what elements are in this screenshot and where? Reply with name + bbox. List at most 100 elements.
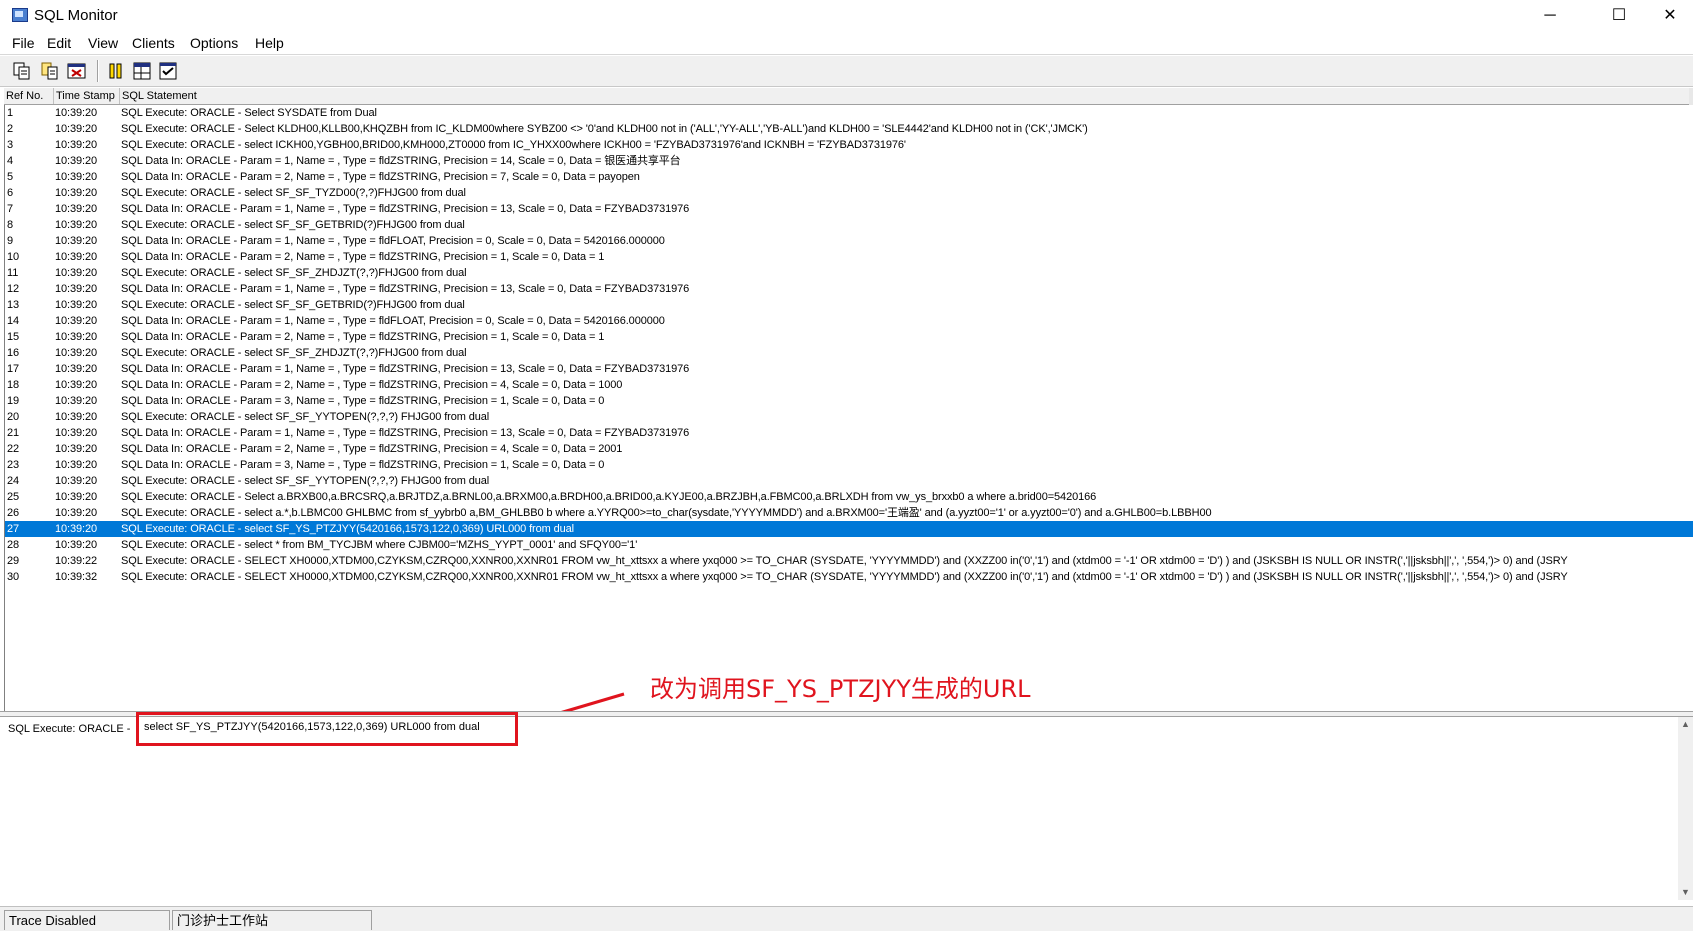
log-ref: 30: [7, 571, 20, 583]
window-title: SQL Monitor: [34, 7, 118, 24]
log-row[interactable]: 29 10:39:22 SQL Execute: ORACLE - SELECT X…: [5, 553, 1693, 569]
log-statement: SQL Data In: ORACLE - Param = 3, Name = …: [121, 395, 605, 407]
title-bar: SQL Monitor ─ ☐ ✕: [0, 0, 1693, 32]
column-sql-statement[interactable]: SQL Statement: [120, 88, 1693, 104]
log-row[interactable]: 3 10:39:20 SQL Execute: ORACLE - select IC…: [5, 137, 1693, 153]
log-statement: SQL Execute: ORACLE - select SF_SF_GETBR…: [121, 219, 465, 231]
log-row[interactable]: 8 10:39:20 SQL Execute: ORACLE - select SF…: [5, 217, 1693, 233]
log-time: 10:39:20: [55, 267, 98, 279]
log-statement: SQL Execute: ORACLE - Select KLDH00,KLLB…: [121, 123, 1088, 135]
log-row[interactable]: 14 10:39:20 SQL Data In: ORACLE - Param = …: [5, 313, 1693, 329]
log-ref: 15: [7, 331, 20, 343]
log-ref: 28: [7, 539, 20, 551]
split-view-icon[interactable]: [132, 61, 152, 81]
log-row[interactable]: 20 10:39:20 SQL Execute: ORACLE - select S…: [5, 409, 1693, 425]
log-statement: SQL Execute: ORACLE - Select a.BRXB00,a.…: [121, 491, 1097, 503]
log-statement: SQL Execute: ORACLE - select SF_SF_ZHDJZ…: [121, 267, 467, 279]
log-row[interactable]: 16 10:39:20 SQL Execute: ORACLE - select S…: [5, 345, 1693, 361]
log-statement: SQL Execute: ORACLE - SELECT XH0000,XTDM…: [121, 555, 1568, 567]
log-statement: SQL Data In: ORACLE - Param = 2, Name = …: [121, 251, 605, 263]
log-row[interactable]: 12 10:39:20 SQL Data In: ORACLE - Param = …: [5, 281, 1693, 297]
log-time: 10:39:20: [55, 107, 98, 119]
log-row[interactable]: 30 10:39:32 SQL Execute: ORACLE - SELECT X…: [5, 569, 1693, 585]
log-row[interactable]: 22 10:39:20 SQL Data In: ORACLE - Param = …: [5, 441, 1693, 457]
detail-scrollbar[interactable]: ▲ ▼: [1678, 717, 1693, 900]
log-ref: 16: [7, 347, 20, 359]
log-time: 10:39:20: [55, 251, 98, 263]
log-time: 10:39:20: [55, 283, 98, 295]
log-statement: SQL Data In: ORACLE - Param = 2, Name = …: [121, 443, 623, 455]
log-ref: 20: [7, 411, 20, 423]
log-time: 10:39:20: [55, 395, 98, 407]
pause-icon[interactable]: [106, 61, 126, 81]
log-ref: 11: [7, 267, 19, 279]
log-row[interactable]: 28 10:39:20 SQL Execute: ORACLE - select *…: [5, 537, 1693, 553]
log-ref: 13: [7, 299, 20, 311]
log-row[interactable]: 25 10:39:20 SQL Execute: ORACLE - Select a…: [5, 489, 1693, 505]
status-bar: Trace Disabled 门诊护士工作站: [0, 906, 1693, 931]
log-row[interactable]: 1 10:39:20 SQL Execute: ORACLE - Select SY…: [5, 105, 1693, 121]
log-ref: 29: [7, 555, 20, 567]
log-ref: 8: [7, 219, 14, 231]
log-time: 10:39:20: [55, 523, 98, 535]
detail-prefix: SQL Execute: ORACLE -: [8, 723, 131, 735]
log-statement: SQL Execute: ORACLE - select SF_YS_PTZJY…: [121, 523, 575, 535]
log-time: 10:39:32: [55, 571, 98, 583]
close-button[interactable]: ✕: [1647, 0, 1693, 32]
log-row[interactable]: 23 10:39:20 SQL Data In: ORACLE - Param = …: [5, 457, 1693, 473]
log-time: 10:39:20: [55, 363, 98, 375]
log-time: 10:39:20: [55, 411, 98, 423]
scroll-up-icon[interactable]: ▲: [1678, 717, 1693, 732]
menu-view[interactable]: View: [86, 34, 120, 52]
minimize-button[interactable]: ─: [1527, 0, 1573, 32]
log-statement: SQL Data In: ORACLE - Param = 1, Name = …: [121, 427, 690, 439]
log-time: 10:39:20: [55, 491, 98, 503]
log-ref: 7: [7, 203, 14, 215]
log-row[interactable]: 2 10:39:20 SQL Execute: ORACLE - Select KL…: [5, 121, 1693, 137]
log-time: 10:39:20: [55, 155, 98, 167]
scroll-down-icon[interactable]: ▼: [1678, 885, 1693, 900]
save-log-icon[interactable]: [12, 61, 32, 81]
options-icon[interactable]: [158, 61, 178, 81]
log-row[interactable]: 18 10:39:20 SQL Data In: ORACLE - Param = …: [5, 377, 1693, 393]
log-row[interactable]: 17 10:39:20 SQL Data In: ORACLE - Param = …: [5, 361, 1693, 377]
log-ref: 19: [7, 395, 20, 407]
log-statement: SQL Execute: ORACLE - Select SYSDATE fro…: [121, 107, 377, 119]
maximize-button[interactable]: ☐: [1596, 0, 1642, 32]
menu-edit[interactable]: Edit: [45, 34, 73, 52]
menu-options[interactable]: Options: [188, 34, 240, 52]
log-row[interactable]: 6 10:39:20 SQL Execute: ORACLE - select SF…: [5, 185, 1693, 201]
log-row[interactable]: 26 10:39:20 SQL Execute: ORACLE - select a…: [5, 505, 1693, 521]
log-row[interactable]: 4 10:39:20 SQL Data In: ORACLE - Param = 1…: [5, 153, 1693, 169]
sql-log-list[interactable]: 1 10:39:20 SQL Execute: ORACLE - Select SY…: [4, 105, 1693, 711]
log-row-selected[interactable]: 27 10:39:20 SQL Execute: ORACLE - select S…: [5, 521, 1693, 537]
log-row[interactable]: 21 10:39:20 SQL Data In: ORACLE - Param = …: [5, 425, 1693, 441]
log-statement: SQL Data In: ORACLE - Param = 2, Name = …: [121, 379, 623, 391]
log-time: 10:39:20: [55, 443, 98, 455]
log-ref: 2: [7, 123, 14, 135]
log-time: 10:39:20: [55, 379, 98, 391]
menu-clients[interactable]: Clients: [130, 34, 177, 52]
log-ref: 17: [7, 363, 20, 375]
log-ref: 25: [7, 491, 20, 503]
log-ref: 9: [7, 235, 14, 247]
log-statement: SQL Execute: ORACLE - select SF_SF_GETBR…: [121, 299, 465, 311]
log-statement: SQL Data In: ORACLE - Param = 1, Name = …: [121, 283, 690, 295]
copy-icon[interactable]: [40, 61, 60, 81]
menu-help[interactable]: Help: [253, 34, 286, 52]
column-time-stamp[interactable]: Time Stamp: [54, 88, 120, 104]
log-time: 10:39:20: [55, 299, 98, 311]
menu-file[interactable]: File: [10, 34, 37, 52]
log-row[interactable]: 15 10:39:20 SQL Data In: ORACLE - Param = …: [5, 329, 1693, 345]
log-row[interactable]: 7 10:39:20 SQL Data In: ORACLE - Param = 1…: [5, 201, 1693, 217]
log-row[interactable]: 19 10:39:20 SQL Data In: ORACLE - Param = …: [5, 393, 1693, 409]
log-row[interactable]: 13 10:39:20 SQL Execute: ORACLE - select S…: [5, 297, 1693, 313]
column-ref-no[interactable]: Ref No.: [4, 88, 54, 104]
log-row[interactable]: 10 10:39:20 SQL Data In: ORACLE - Param = …: [5, 249, 1693, 265]
log-row[interactable]: 5 10:39:20 SQL Data In: ORACLE - Param = 2…: [5, 169, 1693, 185]
log-row[interactable]: 24 10:39:20 SQL Execute: ORACLE - select S…: [5, 473, 1693, 489]
app-monitor-icon: [12, 8, 28, 22]
clear-icon[interactable]: [67, 61, 87, 81]
log-row[interactable]: 11 10:39:20 SQL Execute: ORACLE - select S…: [5, 265, 1693, 281]
log-row[interactable]: 9 10:39:20 SQL Data In: ORACLE - Param = 1…: [5, 233, 1693, 249]
